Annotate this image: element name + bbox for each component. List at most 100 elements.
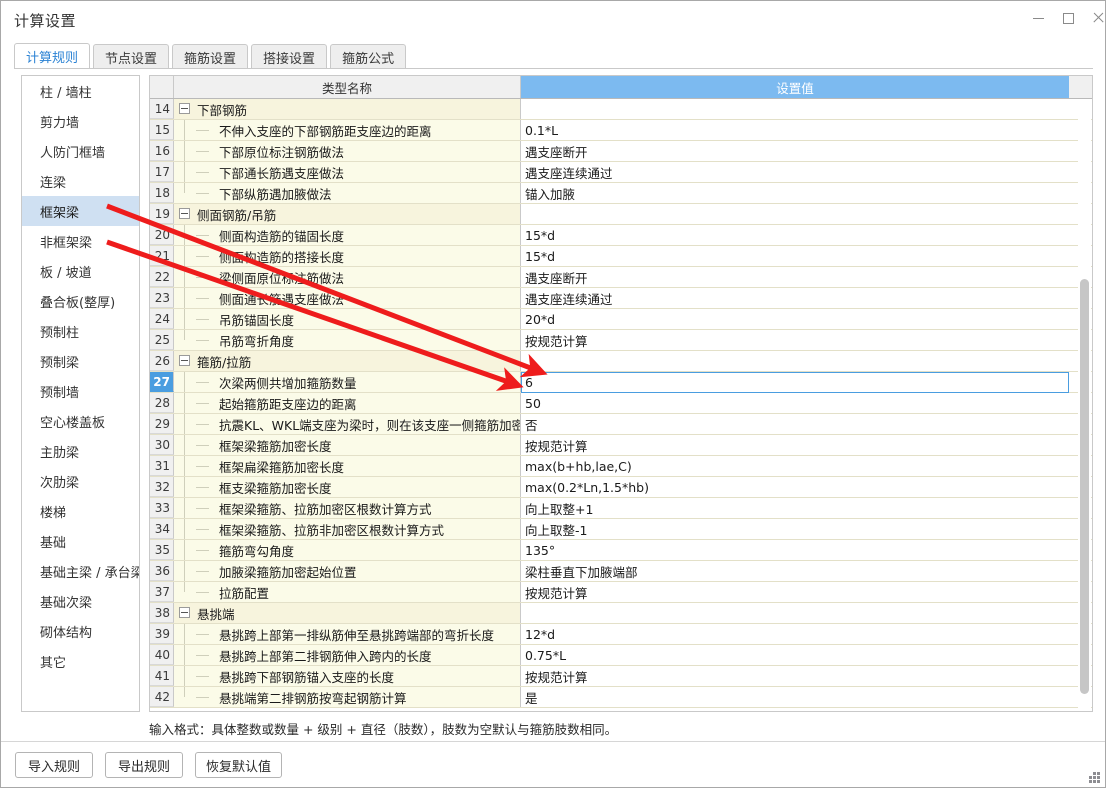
table-row[interactable]: 16 下部原位标注钢筋做法 遇支座断开: [150, 141, 1092, 162]
rule-value-cell[interactable]: [521, 603, 1069, 623]
rule-value-input[interactable]: 6: [521, 372, 1069, 393]
rule-value-cell[interactable]: 20*d: [521, 309, 1069, 329]
sidebar-item-11[interactable]: 空心楼盖板: [22, 406, 139, 436]
rule-name-cell[interactable]: 侧面构造筋的搭接长度: [174, 246, 521, 266]
row-number[interactable]: 33: [150, 498, 174, 518]
rule-value-cell[interactable]: 向上取整-1: [521, 519, 1069, 539]
rule-name-cell[interactable]: 悬挑跨上部第一排纵筋伸至悬挑跨端部的弯折长度: [174, 624, 521, 644]
rule-value-cell[interactable]: 按规范计算: [521, 435, 1069, 455]
rule-value-cell[interactable]: 50: [521, 393, 1069, 413]
rule-value-cell[interactable]: 锚入加腋: [521, 183, 1069, 203]
table-row[interactable]: 27 次梁两侧共增加箍筋数量 6: [150, 372, 1092, 393]
footer-button-0[interactable]: 导入规则: [15, 752, 93, 778]
table-row[interactable]: 40 悬挑跨上部第二排钢筋伸入跨内的长度 0.75*L: [150, 645, 1092, 666]
row-number[interactable]: 20: [150, 225, 174, 245]
row-number[interactable]: 16: [150, 141, 174, 161]
sidebar-item-0[interactable]: 柱 / 墙柱: [22, 76, 139, 106]
footer-button-1[interactable]: 导出规则: [105, 752, 183, 778]
row-number[interactable]: 19: [150, 204, 174, 224]
table-row[interactable]: 42 悬挑端第二排钢筋按弯起钢筋计算是: [150, 687, 1092, 708]
row-number[interactable]: 28: [150, 393, 174, 413]
row-number[interactable]: 17: [150, 162, 174, 182]
sidebar-item-13[interactable]: 次肋梁: [22, 466, 139, 496]
sidebar-item-16[interactable]: 基础主梁 / 承台梁: [22, 556, 139, 586]
rule-value-cell[interactable]: 0.75*L: [521, 645, 1069, 665]
rule-name-cell[interactable]: 下部纵筋遇加腋做法: [174, 183, 521, 203]
rule-name-cell[interactable]: 箍筋弯勾角度: [174, 540, 521, 560]
table-row[interactable]: 26 箍筋/拉筋: [150, 351, 1092, 372]
rule-name-cell[interactable]: 悬挑端: [174, 603, 521, 623]
table-row[interactable]: 31 框架扁梁箍筋加密长度 max(b+hb,lae,C): [150, 456, 1092, 477]
column-header-name[interactable]: 类型名称: [174, 76, 521, 98]
rule-name-cell[interactable]: 框架梁箍筋、拉筋非加密区根数计算方式: [174, 519, 521, 539]
table-row[interactable]: 22 梁侧面原位标注筋做法 遇支座断开: [150, 267, 1092, 288]
sidebar-item-15[interactable]: 基础: [22, 526, 139, 556]
sidebar-item-10[interactable]: 预制墙: [22, 376, 139, 406]
rule-value-cell[interactable]: 按规范计算: [521, 330, 1069, 350]
minimize-button[interactable]: [1023, 5, 1053, 31]
rule-name-cell[interactable]: 侧面构造筋的锚固长度: [174, 225, 521, 245]
sidebar-item-6[interactable]: 板 / 坡道: [22, 256, 139, 286]
table-row[interactable]: 30 框架梁箍筋加密长度 按规范计算: [150, 435, 1092, 456]
table-row[interactable]: 21 侧面构造筋的搭接长度 15*d: [150, 246, 1092, 267]
table-row[interactable]: 39 悬挑跨上部第一排纵筋伸至悬挑跨端部的弯折长度 12*d: [150, 624, 1092, 645]
collapse-icon[interactable]: [179, 103, 190, 114]
rule-name-cell[interactable]: 框架梁箍筋加密长度: [174, 435, 521, 455]
rule-name-cell[interactable]: 侧面通长筋遇支座做法: [174, 288, 521, 308]
row-number[interactable]: 21: [150, 246, 174, 266]
table-row[interactable]: 23 侧面通长筋遇支座做法 遇支座连续通过: [150, 288, 1092, 309]
rule-name-cell[interactable]: 箍筋/拉筋: [174, 351, 521, 371]
rule-value-cell[interactable]: max(0.2*Ln,1.5*hb): [521, 477, 1069, 497]
sidebar-item-12[interactable]: 主肋梁: [22, 436, 139, 466]
table-row[interactable]: 20 侧面构造筋的锚固长度 15*d: [150, 225, 1092, 246]
rule-value-cell[interactable]: 15*d: [521, 246, 1069, 266]
sidebar-item-17[interactable]: 基础次梁: [22, 586, 139, 616]
category-sidebar[interactable]: 柱 / 墙柱 剪力墙 人防门框墙 连梁 框架梁 非框架梁板 / 坡道 叠合板(整厚) 预制柱预…: [21, 75, 140, 712]
row-number[interactable]: 29: [150, 414, 174, 434]
table-row[interactable]: 37 拉筋配置 按规范计算: [150, 582, 1092, 603]
collapse-icon[interactable]: [179, 607, 190, 618]
row-number[interactable]: 22: [150, 267, 174, 287]
footer-button-2[interactable]: 恢复默认值: [195, 752, 283, 778]
tab-0[interactable]: 计算规则: [14, 43, 91, 69]
table-row[interactable]: 35 箍筋弯勾角度 135°: [150, 540, 1092, 561]
sidebar-item-14[interactable]: 楼梯: [22, 496, 139, 526]
sidebar-item-2[interactable]: 人防门框墙: [22, 136, 139, 166]
collapse-icon[interactable]: [179, 355, 190, 366]
rule-name-cell[interactable]: 加腋梁箍筋加密起始位置: [174, 561, 521, 581]
row-number[interactable]: 30: [150, 435, 174, 455]
table-row[interactable]: 14 下部钢筋: [150, 99, 1092, 120]
row-number[interactable]: 35: [150, 540, 174, 560]
row-number[interactable]: 31: [150, 456, 174, 476]
row-number[interactable]: 14: [150, 99, 174, 119]
rule-name-cell[interactable]: 悬挑跨上部第二排钢筋伸入跨内的长度: [174, 645, 521, 665]
table-row[interactable]: 28 起始箍筋距支座边的距离 50: [150, 393, 1092, 414]
row-number[interactable]: 18: [150, 183, 174, 203]
table-row[interactable]: 36 加腋梁箍筋加密起始位置 梁柱垂直下加腋端部: [150, 561, 1092, 582]
rule-name-cell[interactable]: 梁侧面原位标注筋做法: [174, 267, 521, 287]
row-number[interactable]: 40: [150, 645, 174, 665]
sidebar-item-19[interactable]: 其它: [22, 646, 139, 676]
table-row[interactable]: 34 框架梁箍筋、拉筋非加密区根数计算方式 向上取整-1: [150, 519, 1092, 540]
tab-1[interactable]: 节点设置: [93, 44, 170, 69]
grid-scrollbar-thumb[interactable]: [1080, 279, 1089, 694]
rule-name-cell[interactable]: 起始箍筋距支座边的距离: [174, 393, 521, 413]
tab-4[interactable]: 箍筋公式: [330, 44, 407, 69]
row-number[interactable]: 23: [150, 288, 174, 308]
rule-name-cell[interactable]: 次梁两侧共增加箍筋数量: [174, 372, 521, 392]
rule-value-cell[interactable]: 是: [521, 687, 1069, 707]
sidebar-item-9[interactable]: 预制梁: [22, 346, 139, 376]
rule-value-cell[interactable]: 遇支座断开: [521, 267, 1069, 287]
row-number[interactable]: 39: [150, 624, 174, 644]
rule-value-cell[interactable]: 向上取整+1: [521, 498, 1069, 518]
table-row[interactable]: 33 框架梁箍筋、拉筋加密区根数计算方式 向上取整+1: [150, 498, 1092, 519]
rule-value-cell[interactable]: 否: [521, 414, 1069, 434]
row-number[interactable]: 42: [150, 687, 174, 707]
rule-value-cell[interactable]: 遇支座断开: [521, 141, 1069, 161]
rule-value-cell[interactable]: 遇支座连续通过: [521, 288, 1069, 308]
sidebar-item-4[interactable]: 框架梁: [22, 196, 139, 226]
table-row[interactable]: 41 悬挑跨下部钢筋锚入支座的长度 按规范计算: [150, 666, 1092, 687]
rule-value-cell[interactable]: 遇支座连续通过: [521, 162, 1069, 182]
rule-name-cell[interactable]: 下部通长筋遇支座做法: [174, 162, 521, 182]
table-row[interactable]: 29 抗震KL、WKL端支座为梁时，则在该支座一侧箍筋加密否: [150, 414, 1092, 435]
